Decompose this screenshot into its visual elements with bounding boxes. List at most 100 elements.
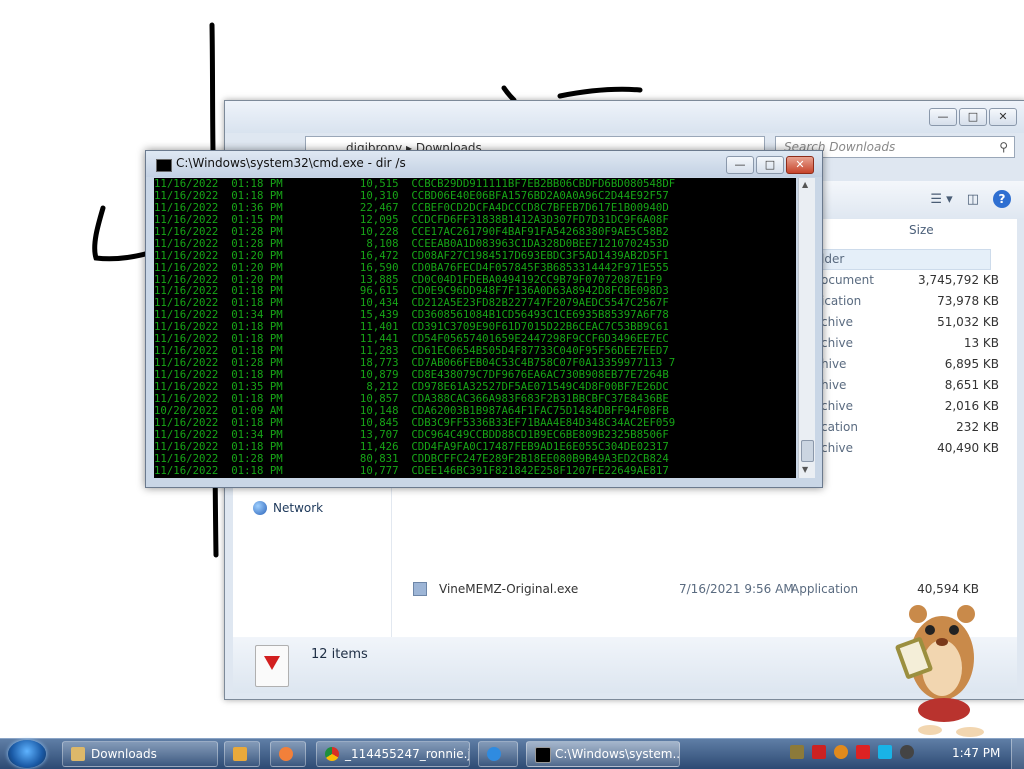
console-line: 10/20/2022 01:09 AM 10,148 CDA62003B1B98… <box>154 403 669 417</box>
table-row[interactable]: chive 40,490 KB <box>821 438 1011 459</box>
scroll-up-icon[interactable]: ▲ <box>802 180 808 189</box>
tray-app-icon[interactable] <box>790 745 804 759</box>
table-row[interactable]: hive 6,895 KB <box>821 354 1011 375</box>
file-size: 13 KB <box>963 336 999 350</box>
scroll-down-icon[interactable]: ▼ <box>802 465 808 474</box>
file-type: lder <box>821 252 845 266</box>
tray-antivirus-icon[interactable] <box>812 745 826 759</box>
file-date: 7/16/2021 9:56 AM <box>679 582 794 596</box>
file-rows: lder ocument 3,745,792 KB ication 73,978 K… <box>821 249 1011 459</box>
preview-pane-icon[interactable]: ◫ <box>967 192 979 207</box>
cmd-icon <box>156 159 172 172</box>
tray-volume-icon[interactable] <box>900 745 914 759</box>
file-type: chive <box>821 315 854 329</box>
nav-item-network[interactable]: Network <box>253 501 323 515</box>
taskbar-button-paint[interactable] <box>270 741 306 767</box>
search-icon[interactable]: ⚲ <box>999 137 1008 157</box>
taskbar-button-downloads[interactable]: Downloads <box>62 741 218 767</box>
view-options-icon[interactable]: ☰ ▾ <box>930 192 952 207</box>
item-count: 12 items <box>311 647 368 662</box>
console-line: 11/16/2022 01:28 PM 10,228 CCE17AC261790… <box>154 224 669 238</box>
scrollbar-thumb[interactable] <box>801 440 814 462</box>
taskbar-button-chrome[interactable]: _114455247_ronnie.jp... <box>316 741 470 767</box>
taskbar-button-label: C:\Windows\system... <box>555 747 680 761</box>
console-line: 11/16/2022 01:20 PM 16,590 CD0BA76FECD4F… <box>154 260 669 274</box>
application-file-icon <box>413 582 427 596</box>
media-player-icon <box>233 747 247 761</box>
console-line: 11/16/2022 01:15 PM 12,095 CCDCFD6FF3183… <box>154 212 669 226</box>
minimize-button[interactable]: — <box>929 108 957 126</box>
scrollbar[interactable]: ▲ ▼ <box>798 178 815 478</box>
pdf-file-icon <box>255 645 289 687</box>
file-size: 8,651 KB <box>944 378 999 392</box>
paint-icon <box>279 747 293 761</box>
cmd-icon <box>535 747 551 763</box>
console-line: 11/16/2022 01:18 PM 10,777 CDEE146BC391F… <box>154 463 669 477</box>
cmd-window: C:\Windows\system32\cmd.exe - dir /s — □… <box>145 150 823 488</box>
console-line: 11/16/2022 01:28 PM 80,831 CDDBCFFC247E2… <box>154 451 669 465</box>
taskbar: Downloads _114455247_ronnie.jp... C:\Win… <box>0 738 1024 769</box>
file-size: 51,032 KB <box>937 315 999 329</box>
file-size: 232 KB <box>956 420 999 434</box>
file-type: chive <box>821 336 854 350</box>
console-line: 11/16/2022 01:18 PM 11,426 CDD4FA9FA0C17… <box>154 439 669 453</box>
file-type: chive <box>821 441 854 455</box>
file-size: 40,594 KB <box>917 582 979 596</box>
taskbar-button-media[interactable] <box>224 741 260 767</box>
file-size: 2,016 KB <box>944 399 999 413</box>
start-button[interactable] <box>8 740 46 768</box>
file-type: ication <box>821 294 862 308</box>
tray-search-icon[interactable] <box>834 745 848 759</box>
tray-flag-icon[interactable] <box>856 745 870 759</box>
file-type: chive <box>821 399 854 413</box>
console-line: 11/16/2022 01:20 PM 16,472 CD08AF27C1984… <box>154 248 669 262</box>
tray-network-icon[interactable] <box>878 745 892 759</box>
file-size: 6,895 KB <box>944 357 999 371</box>
taskbar-button-label: Downloads <box>91 747 157 761</box>
file-type: ocument <box>821 273 874 287</box>
ie-icon <box>487 747 501 761</box>
file-type: cation <box>821 420 858 434</box>
globe-icon <box>253 501 267 515</box>
maximize-button[interactable]: □ <box>756 156 784 174</box>
cmd-titlebar[interactable]: C:\Windows\system32\cmd.exe - dir /s — □… <box>146 151 822 177</box>
taskbar-button-ie[interactable] <box>478 741 518 767</box>
nav-item-label: Network <box>273 501 324 515</box>
file-type: hive <box>821 378 847 392</box>
cmd-title: C:\Windows\system32\cmd.exe - dir /s <box>176 156 406 170</box>
taskbar-button-cmd[interactable]: C:\Windows\system... <box>526 741 680 767</box>
console-line: 11/16/2022 01:34 PM 13,707 CDC964C49CCBD… <box>154 427 669 441</box>
clock[interactable]: 1:47 PM <box>952 746 1000 760</box>
table-row[interactable]: ocument 3,745,792 KB <box>821 270 1011 291</box>
show-desktop-button[interactable] <box>1011 739 1024 769</box>
system-tray <box>790 745 914 759</box>
table-row[interactable]: VineMEMZ-Original.exe 7/16/2021 9:56 AM … <box>413 582 1013 598</box>
table-row[interactable]: lder <box>821 249 1011 270</box>
file-size: 73,978 KB <box>937 294 999 308</box>
folder-icon <box>71 747 85 761</box>
explorer-titlebar[interactable]: — □ ✕ <box>225 101 1024 133</box>
console-line: 11/16/2022 01:28 PM 8,108 CCEEAB0A1D0839… <box>154 236 669 250</box>
hamster-mascot-image <box>895 605 984 737</box>
table-row[interactable]: chive 2,016 KB <box>821 396 1011 417</box>
file-type: hive <box>821 357 847 371</box>
help-icon[interactable]: ? <box>993 190 1011 208</box>
column-header-size[interactable]: Size <box>909 223 934 237</box>
file-size: 3,745,792 KB <box>918 273 999 287</box>
chrome-icon <box>325 747 339 761</box>
maximize-button[interactable]: □ <box>959 108 987 126</box>
table-row[interactable]: cation 232 KB <box>821 417 1011 438</box>
console-line: 11/16/2022 01:18 PM 10,845 CDB3C9FF5336B… <box>154 415 676 429</box>
close-button[interactable]: ✕ <box>989 108 1017 126</box>
taskbar-button-label: _114455247_ronnie.jp... <box>345 747 469 761</box>
console-output[interactable]: 11/16/2022 01:18 PM 10,515 CCBCB29DD9111… <box>154 178 796 478</box>
table-row[interactable]: chive 51,032 KB <box>821 312 1011 333</box>
table-row[interactable]: chive 13 KB <box>821 333 1011 354</box>
close-button[interactable]: ✕ <box>786 156 814 174</box>
file-size: 40,490 KB <box>937 441 999 455</box>
minimize-button[interactable]: — <box>726 156 754 174</box>
file-type: Application <box>791 582 859 596</box>
file-name: VineMEMZ-Original.exe <box>439 582 579 596</box>
table-row[interactable]: ication 73,978 KB <box>821 291 1011 312</box>
table-row[interactable]: hive 8,651 KB <box>821 375 1011 396</box>
